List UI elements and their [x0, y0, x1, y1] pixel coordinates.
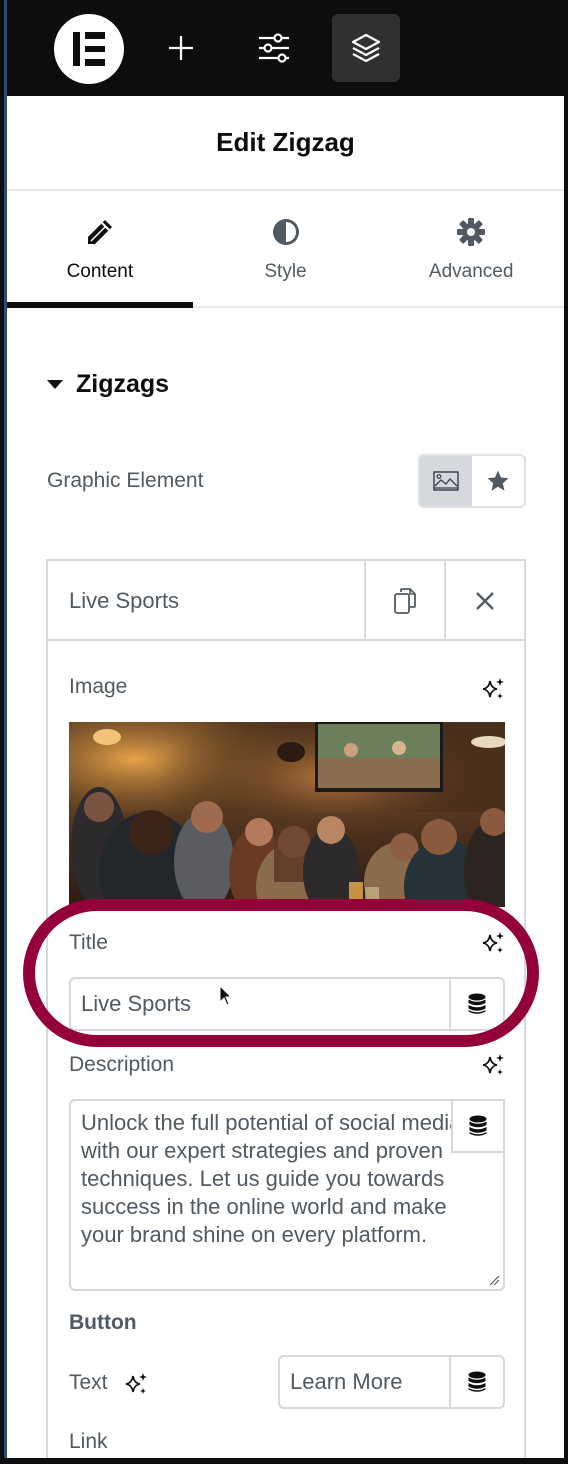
- tab-content[interactable]: Content: [7, 191, 193, 308]
- plus-icon: [169, 36, 193, 60]
- graphic-element-image-option[interactable]: [420, 456, 472, 506]
- sliders-icon: [259, 33, 289, 63]
- database-icon: [468, 993, 486, 1014]
- link-label: Link: [69, 1430, 108, 1453]
- tab-label: Advanced: [428, 261, 514, 282]
- layers-icon: [351, 33, 381, 63]
- duplicate-icon: [394, 588, 416, 614]
- database-icon: [469, 1115, 487, 1136]
- ai-sparkle-icon[interactable]: [481, 931, 505, 955]
- remove-button[interactable]: [444, 561, 524, 641]
- tab-style[interactable]: Style: [193, 191, 379, 306]
- title-field[interactable]: Live Sports: [69, 977, 505, 1031]
- duplicate-button[interactable]: [364, 561, 444, 641]
- button-text-label: Text: [69, 1371, 108, 1394]
- panel-header: Edit Zigzag: [7, 96, 564, 191]
- ai-sparkle-icon[interactable]: [481, 677, 505, 701]
- gear-icon: [457, 218, 486, 246]
- title-label: Title: [69, 931, 108, 954]
- top-bar: [7, 4, 564, 96]
- ai-sparkle-icon[interactable]: [481, 1053, 505, 1077]
- editor-panel: Edit Zigzag Content Style Advanced Zigza…: [7, 4, 564, 1458]
- description-value[interactable]: Unlock the full potential of social medi…: [81, 1109, 473, 1249]
- resize-grip-icon[interactable]: [488, 1274, 500, 1286]
- repeater-item-header: Live Sports: [48, 561, 524, 641]
- elementor-logo[interactable]: [54, 14, 124, 84]
- image-icon: [433, 471, 459, 491]
- tab-bar: Content Style Advanced: [7, 191, 564, 308]
- button-text-field[interactable]: Learn More: [278, 1355, 505, 1409]
- description-textarea[interactable]: Unlock the full potential of social medi…: [69, 1099, 505, 1291]
- dynamic-tags-button[interactable]: [449, 1357, 503, 1407]
- site-settings-button[interactable]: [240, 14, 308, 82]
- button-text-value[interactable]: Learn More: [290, 1369, 403, 1395]
- repeater-item-title[interactable]: Live Sports: [69, 588, 179, 614]
- tab-label: Content: [66, 261, 134, 282]
- description-label: Description: [69, 1053, 175, 1076]
- close-icon: [476, 592, 494, 610]
- panel-title: Edit Zigzag: [216, 127, 355, 157]
- graphic-element-toggle: [418, 454, 526, 508]
- structure-button[interactable]: [332, 14, 400, 82]
- tab-label: Style: [264, 261, 307, 282]
- section-title: Zigzags: [76, 370, 170, 398]
- tab-advanced[interactable]: Advanced: [378, 191, 564, 306]
- database-icon: [468, 1371, 486, 1392]
- half-circle-icon: [272, 219, 299, 245]
- pub-photo: [69, 722, 505, 907]
- button-heading: Button: [69, 1311, 137, 1334]
- caret-down-icon: [47, 380, 63, 389]
- pencil-icon: [87, 220, 112, 244]
- section-toggle-zigzags[interactable]: Zigzags: [47, 370, 169, 399]
- ai-sparkle-icon[interactable]: [124, 1372, 148, 1396]
- graphic-element-icon-option[interactable]: [472, 456, 524, 506]
- image-label: Image: [69, 675, 128, 698]
- title-input-value[interactable]: Live Sports: [81, 991, 191, 1017]
- graphic-element-label: Graphic Element: [47, 469, 204, 492]
- star-icon: [487, 470, 509, 491]
- window-frame: Edit Zigzag Content Style Advanced Zigza…: [0, 0, 568, 1464]
- add-element-button[interactable]: [147, 14, 215, 82]
- dynamic-tags-button[interactable]: [451, 1099, 505, 1153]
- dynamic-tags-button[interactable]: [449, 979, 503, 1029]
- image-preview[interactable]: [69, 722, 505, 907]
- repeater-item: Live Sports Image Title Live Sports Desc…: [46, 559, 526, 1458]
- mouse-cursor-icon: [219, 985, 233, 1006]
